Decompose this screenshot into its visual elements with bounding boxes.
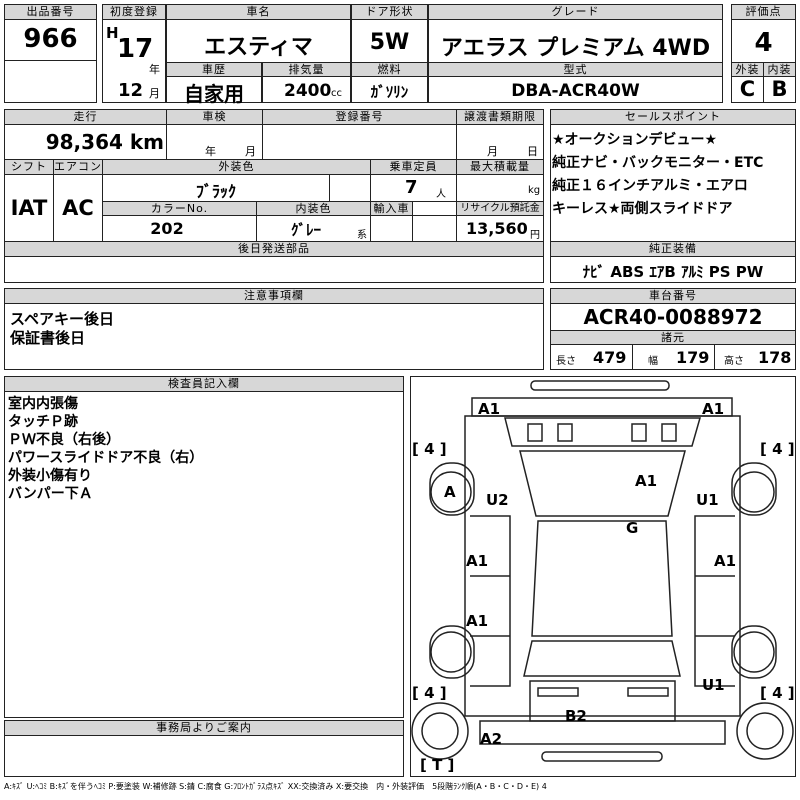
mileage: 98,364 km <box>45 130 164 154</box>
plate-number <box>262 124 457 160</box>
door-label: ドア形状 <box>351 4 428 20</box>
inspector-line: パワースライドドア不良（右） <box>8 450 204 466</box>
mark-u2: U2 <box>486 491 509 509</box>
reg-label: 初度登録 <box>102 4 166 20</box>
spare-tire-label: [ T ] <box>420 756 454 774</box>
body-outline <box>464 415 741 717</box>
car-name: エスティマ <box>204 35 313 60</box>
inspector-line: ＰＷ不良（右後） <box>8 432 120 448</box>
rear-bumper <box>479 720 726 745</box>
interior-grade: B <box>771 77 788 101</box>
tire-fl-label: [ 4 ] <box>412 440 447 458</box>
standard-equipment: ﾅﾋﾞ ABS ｴｱB ｱﾙﾐ PS PW <box>582 263 764 281</box>
wheel-rr <box>731 625 777 679</box>
tire-rl-label: [ 4 ] <box>412 684 447 702</box>
mark-front-right: A1 <box>702 400 724 418</box>
mark-front-left: A1 <box>478 400 500 418</box>
exterior-grade: C <box>739 77 756 101</box>
roof <box>531 520 673 637</box>
mark-rear-b2: B2 <box>565 707 587 725</box>
later-parts <box>4 256 544 283</box>
sales-line: ★オークションデビュー★ <box>552 132 718 148</box>
height: 178 <box>758 348 792 367</box>
chassis-number: ACR40-0088972 <box>583 305 763 329</box>
aircon: AC <box>62 196 94 220</box>
sales-line: 純正ナビ・バックモニター・ETC <box>552 155 764 171</box>
note-line: スペアキー後日 <box>10 310 114 328</box>
mark-glass: G <box>626 519 638 537</box>
office-notice <box>4 735 404 777</box>
inspector-line: バンパー下Ａ <box>8 486 93 502</box>
inspector-line: 外装小傷有り <box>8 468 92 484</box>
tire-rr-label: [ 4 ] <box>760 684 795 702</box>
exterior-color: ﾌﾞﾗｯｸ <box>195 182 236 201</box>
mark-right-door-front: A1 <box>714 552 736 570</box>
lot-label: 出品番号 <box>4 4 97 20</box>
color-number: 202 <box>150 219 184 238</box>
shift: IAT <box>10 196 48 220</box>
car-damage-diagram: A1 A1 [ 4 ] [ 4 ] A U2 A1 U1 G A1 A1 A1 … <box>411 380 795 774</box>
inspector-line: タッチＰ跡 <box>8 414 78 430</box>
grade: アエラス プレミアム 4WD <box>440 36 711 61</box>
windshield <box>519 450 686 517</box>
legend: A:ｷｽﾞ U:ﾍｺﾐ B:ｷｽﾞを伴うﾍｺﾐ P:要塗装 W:補修跡 S:錆 … <box>4 782 547 791</box>
mark-left-door-front: A1 <box>466 552 488 570</box>
displacement: 2400 <box>284 81 332 101</box>
mark-roof: A1 <box>635 472 657 490</box>
fuel: ｶﾞｿﾘﾝ <box>370 83 409 101</box>
grade-label: グレード <box>428 4 723 20</box>
model-code: DBA-ACR40W <box>511 81 640 101</box>
score-label: 評価点 <box>731 4 796 20</box>
recycle-fee: 13,560 <box>466 219 528 238</box>
front-bumper-outline <box>530 380 670 391</box>
wheel-rl <box>429 625 475 679</box>
tire-fr-label: [ 4 ] <box>760 440 795 458</box>
note-line: 保証書後日 <box>10 329 86 347</box>
mark-u1-rear: U1 <box>702 676 725 694</box>
length: 479 <box>593 348 627 367</box>
sales-line: 純正１６インチアルミ・エアロ <box>552 178 748 194</box>
spare-tire <box>411 702 469 760</box>
mark-u1-front: U1 <box>696 491 719 509</box>
wheel-fr <box>731 462 777 516</box>
reg-year: 17 <box>117 34 154 64</box>
width: 179 <box>676 348 710 367</box>
lot-number: 966 <box>23 24 78 54</box>
reg-month: 12 <box>118 80 144 101</box>
door-type: 5W <box>369 30 410 55</box>
seats: 7 <box>405 177 418 198</box>
car-name-label: 車名 <box>166 4 351 20</box>
mark-left-door-rear: A1 <box>466 612 488 630</box>
sales-line: キーレス★両側スライドドア <box>552 201 733 217</box>
front-bumper <box>471 397 733 417</box>
score: 4 <box>754 28 773 58</box>
history: 自家用 <box>184 82 244 106</box>
mark-left-front-wheel: A <box>444 483 456 501</box>
inspector-line: 室内内張傷 <box>8 396 78 412</box>
mark-rear-a2: A2 <box>480 730 502 748</box>
interior-color: ｸﾞﾚｰ <box>290 221 321 239</box>
